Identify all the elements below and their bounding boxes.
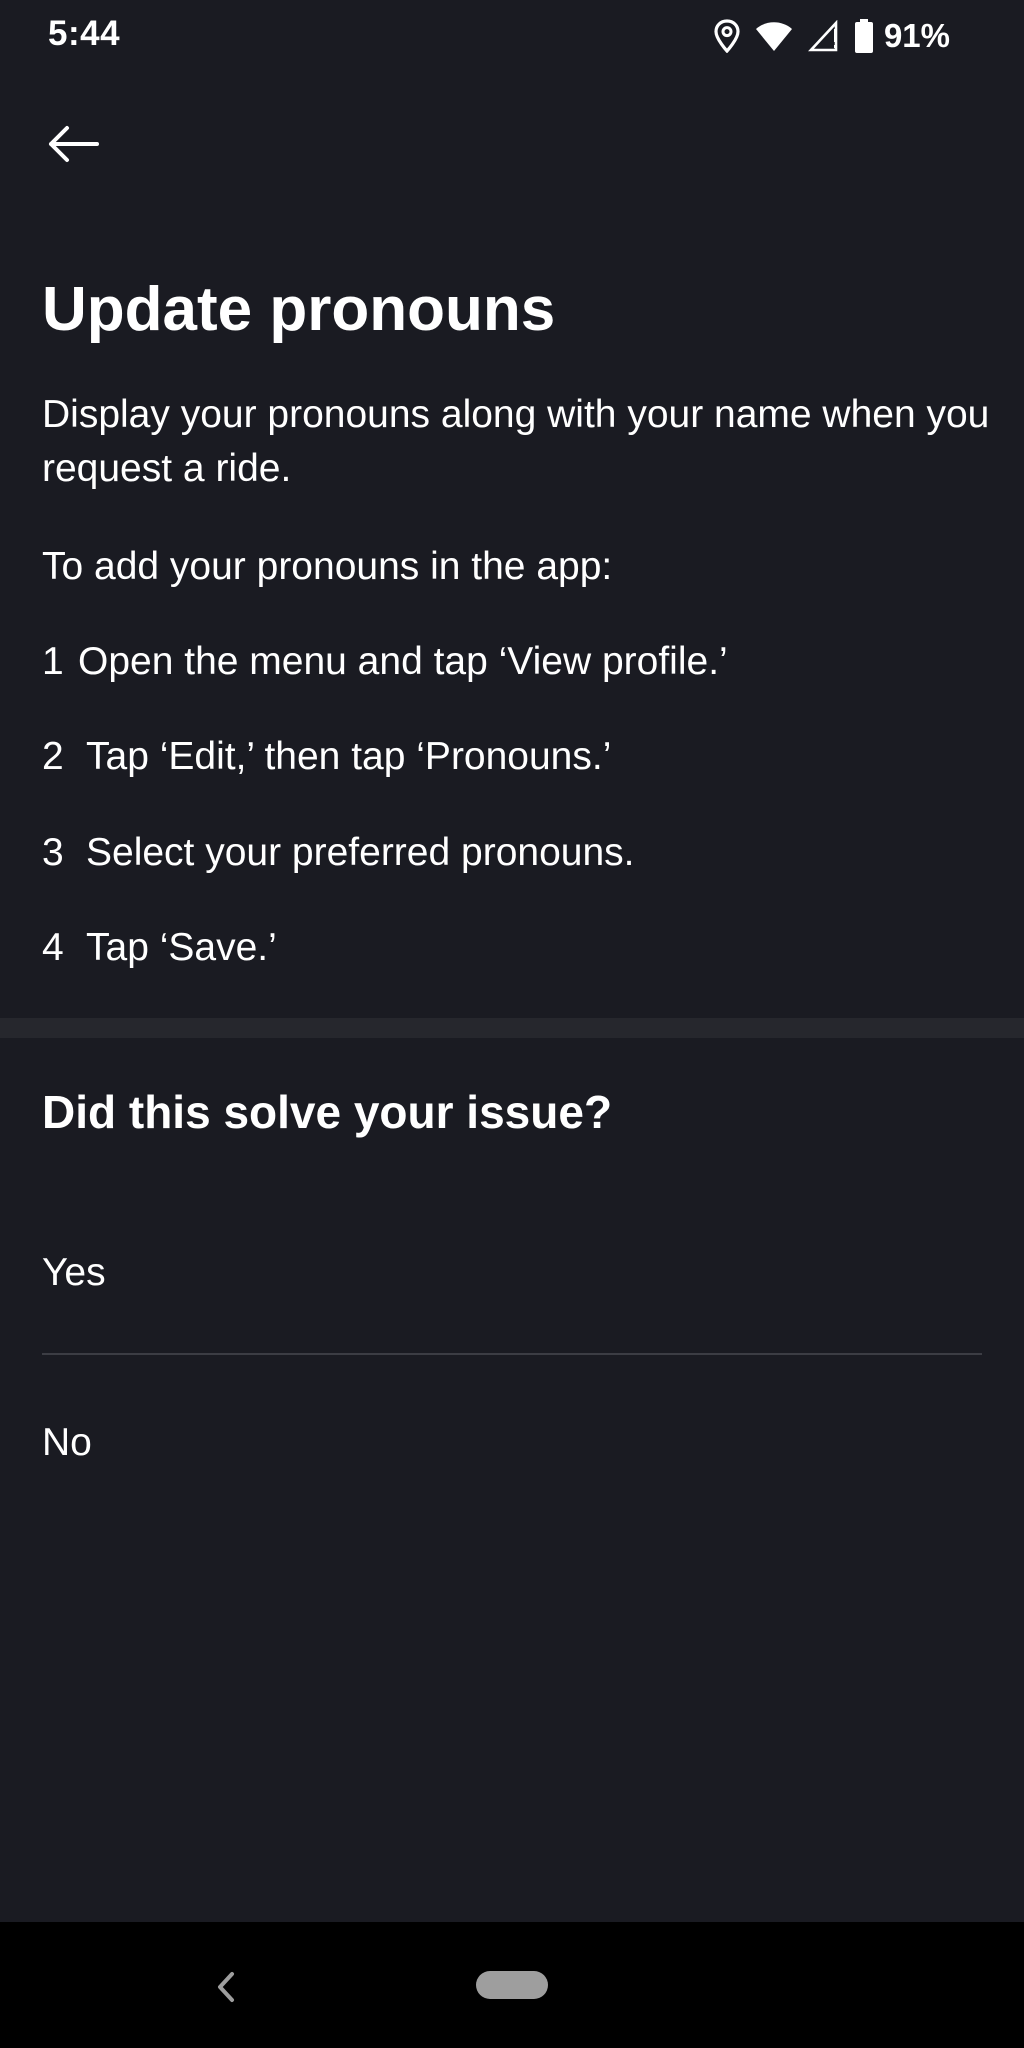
step-text: Tap ‘Edit,’ then tap ‘Pronouns.’ [86, 735, 612, 778]
yes-option-label: Yes [42, 1251, 106, 1294]
location-icon [714, 19, 740, 53]
step-text: Open the menu and tap ‘View profile.’ [78, 640, 728, 683]
step-item: 4 Tap ‘Save.’ [42, 921, 277, 975]
no-option-label: No [42, 1421, 92, 1464]
intro-text: Display your pronouns along with your na… [42, 393, 990, 490]
page-title: Update pronouns [42, 275, 556, 344]
status-bar: 5:44 91% [0, 0, 1024, 72]
yes-option[interactable]: Yes [0, 1210, 1024, 1330]
nav-back-icon [218, 1972, 234, 2002]
screen: 5:44 91% Update pronouns Display your pr… [0, 0, 1024, 2048]
step-text: Select your preferred pronouns. [86, 831, 635, 874]
nav-back-button[interactable] [206, 1962, 246, 2012]
cell-signal-icon [807, 20, 840, 52]
status-time: 5:44 [48, 14, 121, 53]
no-option[interactable]: No [0, 1380, 1024, 1500]
wifi-icon [754, 20, 794, 52]
battery-percent: 91% [883, 17, 950, 54]
step-text: Tap ‘Save.’ [86, 926, 277, 969]
step-number: 1 [42, 640, 64, 683]
system-nav-bar [0, 1922, 1024, 2048]
home-pill-icon[interactable] [476, 1971, 548, 1999]
back-button[interactable] [40, 116, 106, 172]
section-divider [0, 1018, 1024, 1038]
option-separator [42, 1353, 982, 1355]
instructions-header: To add your pronouns in the app: [42, 545, 613, 588]
feedback-title: Did this solve your issue? [42, 1086, 613, 1138]
step-number: 4 [42, 926, 64, 969]
step-item: 1 Open the menu and tap ‘View profile.’ [42, 635, 728, 689]
step-number: 2 [42, 735, 64, 778]
step-number: 3 [42, 831, 64, 874]
step-item: 3 Select your preferred pronouns. [42, 826, 634, 880]
step-item: 2 Tap ‘Edit,’ then tap ‘Pronouns.’ [42, 730, 611, 784]
status-icons: 91% [714, 16, 950, 56]
battery-icon [854, 19, 874, 53]
back-arrow-icon [49, 126, 99, 162]
